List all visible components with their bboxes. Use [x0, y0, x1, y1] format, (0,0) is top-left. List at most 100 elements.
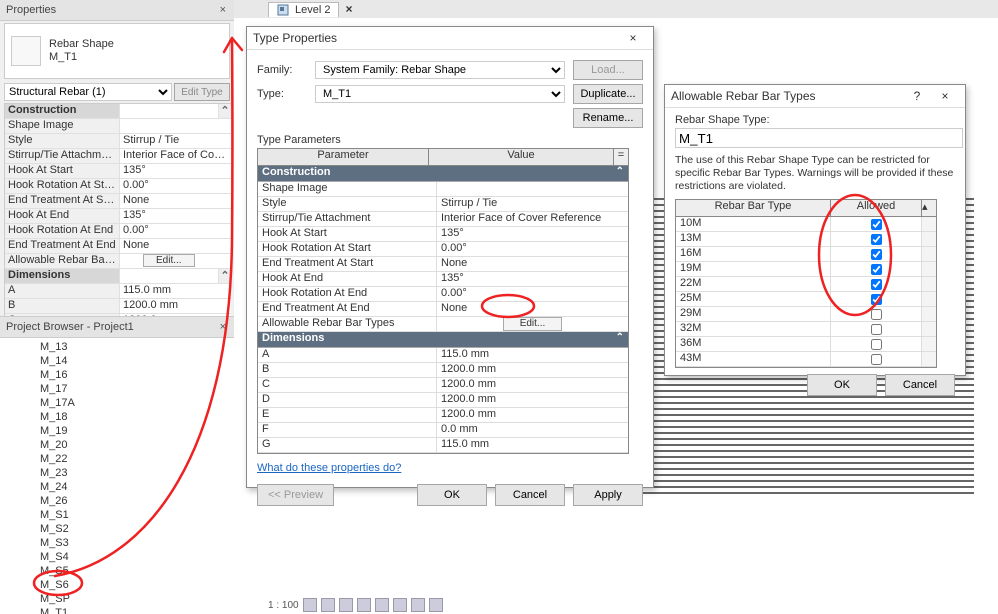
tree-item[interactable]: M_23 — [40, 466, 234, 480]
parameter-row[interactable]: Hook Rotation At Start0.00° — [258, 242, 628, 257]
parameter-row[interactable]: Hook At End135° — [258, 272, 628, 287]
bar-type-row[interactable]: 36M — [676, 337, 936, 352]
tree-item[interactable]: M_S2 — [40, 522, 234, 536]
tree-item[interactable]: M_S6 — [40, 578, 234, 592]
scale-icon[interactable] — [303, 598, 317, 612]
close-tab-icon[interactable]: × — [341, 2, 356, 16]
edit-button[interactable]: Edit... — [143, 254, 195, 267]
preview-button[interactable]: << Preview — [257, 484, 334, 506]
allowed-checkbox[interactable] — [871, 264, 882, 275]
hide-isolate-icon[interactable] — [429, 598, 443, 612]
edit-type-button[interactable]: Edit Type — [174, 83, 230, 101]
allowed-checkbox[interactable] — [871, 294, 882, 305]
shadows-icon[interactable] — [375, 598, 389, 612]
allowed-checkbox[interactable] — [871, 234, 882, 245]
bar-type-row[interactable]: 22M — [676, 277, 936, 292]
parameter-row[interactable]: F0.0 mm — [258, 423, 628, 438]
type-parameters-table[interactable]: ParameterValue=Construction⌃Shape ImageS… — [257, 148, 629, 454]
close-icon[interactable]: × — [931, 87, 959, 105]
tree-item[interactable]: M_S1 — [40, 508, 234, 522]
allowed-checkbox[interactable] — [871, 354, 882, 365]
parameter-row[interactable]: A115.0 mm — [258, 348, 628, 363]
type-select[interactable]: M_T1 — [315, 85, 565, 103]
close-icon[interactable]: × — [218, 4, 228, 16]
cancel-button[interactable]: Cancel — [495, 484, 565, 506]
property-row[interactable]: Allowable Rebar Bar Typ...Edit... — [5, 254, 231, 269]
tree-item[interactable]: M_SP — [40, 592, 234, 606]
parameter-row[interactable]: Stirrup/Tie AttachmentInterior Face of C… — [258, 212, 628, 227]
load-button[interactable]: Load... — [573, 60, 643, 80]
tree-item[interactable]: M_19 — [40, 424, 234, 438]
edit-button[interactable]: Edit... — [503, 317, 563, 331]
property-row[interactable]: Hook At End135° — [5, 209, 231, 224]
property-row[interactable]: Stirrup/Tie AttachmentInterior Face of C… — [5, 149, 231, 164]
type-selector[interactable]: Rebar ShapeM_T1 — [4, 23, 230, 79]
tree-item[interactable]: M_13 — [40, 340, 234, 354]
parameter-row[interactable]: E1200.0 mm — [258, 408, 628, 423]
tree-item[interactable]: M_20 — [40, 438, 234, 452]
properties-grid[interactable]: Construction⌃Shape ImageStyleStirrup / T… — [4, 103, 231, 329]
parameter-row[interactable]: Hook At Start135° — [258, 227, 628, 242]
tree-item[interactable]: M_S3 — [40, 536, 234, 550]
allowed-checkbox[interactable] — [871, 339, 882, 350]
parameter-row[interactable]: StyleStirrup / Tie — [258, 197, 628, 212]
allowed-checkbox[interactable] — [871, 219, 882, 230]
property-row[interactable]: A115.0 mm — [5, 284, 231, 299]
bar-type-row[interactable]: 32M — [676, 322, 936, 337]
property-row[interactable]: StyleStirrup / Tie — [5, 134, 231, 149]
apply-button[interactable]: Apply — [573, 484, 643, 506]
help-icon[interactable]: ? — [903, 87, 931, 105]
parameter-row[interactable]: G115.0 mm — [258, 438, 628, 453]
ok-button[interactable]: OK — [417, 484, 487, 506]
close-icon[interactable]: × — [619, 29, 647, 47]
crop-region-icon[interactable] — [411, 598, 425, 612]
sun-path-icon[interactable] — [357, 598, 371, 612]
properties-help-link[interactable]: What do these properties do? — [257, 462, 401, 474]
tree-item[interactable]: M_18 — [40, 410, 234, 424]
tree-item[interactable]: M_16 — [40, 368, 234, 382]
close-icon[interactable]: × — [218, 321, 228, 333]
parameter-row[interactable]: B1200.0 mm — [258, 363, 628, 378]
instance-selector[interactable]: Structural Rebar (1) — [4, 83, 172, 101]
property-row[interactable]: Hook Rotation At Start0.00° — [5, 179, 231, 194]
bar-type-row[interactable]: 16M — [676, 247, 936, 262]
property-row[interactable]: Shape Image — [5, 119, 231, 134]
parameter-row[interactable]: End Treatment At StartNone — [258, 257, 628, 272]
parameter-row[interactable]: End Treatment At EndNone — [258, 302, 628, 317]
tree-item[interactable]: M_17 — [40, 382, 234, 396]
parameter-row[interactable]: Allowable Rebar Bar TypesEdit... — [258, 317, 628, 332]
tree-item[interactable]: M_14 — [40, 354, 234, 368]
crop-icon[interactable] — [393, 598, 407, 612]
tree-item[interactable]: M_26 — [40, 494, 234, 508]
detail-level-icon[interactable] — [321, 598, 335, 612]
visual-style-icon[interactable] — [339, 598, 353, 612]
tree-item[interactable]: M_24 — [40, 480, 234, 494]
duplicate-button[interactable]: Duplicate... — [573, 84, 643, 104]
project-browser[interactable]: Project Browser - Project1× M_13M_14M_16… — [0, 316, 234, 614]
bar-type-row[interactable]: 19M — [676, 262, 936, 277]
parameter-row[interactable]: D1200.0 mm — [258, 393, 628, 408]
tree-item[interactable]: M_S4 — [40, 550, 234, 564]
tree-item[interactable]: M_S5 — [40, 564, 234, 578]
allowable-types-table[interactable]: Rebar Bar TypeAllowed▴10M13M16M19M22M25M… — [675, 199, 937, 368]
tree-item[interactable]: M_T1 — [40, 606, 234, 614]
allowed-checkbox[interactable] — [871, 309, 882, 320]
property-row[interactable]: B1200.0 mm — [5, 299, 231, 314]
property-row[interactable]: End Treatment At StartNone — [5, 194, 231, 209]
cancel-button[interactable]: Cancel — [885, 374, 955, 396]
bar-type-row[interactable]: 13M — [676, 232, 936, 247]
bar-type-row[interactable]: 25M — [676, 292, 936, 307]
parameter-row[interactable]: C1200.0 mm — [258, 378, 628, 393]
property-row[interactable]: Hook Rotation At End0.00° — [5, 224, 231, 239]
parameter-row[interactable]: Hook Rotation At End0.00° — [258, 287, 628, 302]
allowed-checkbox[interactable] — [871, 324, 882, 335]
tree-item[interactable]: M_22 — [40, 452, 234, 466]
allowed-checkbox[interactable] — [871, 279, 882, 290]
parameter-row[interactable]: Shape Image — [258, 182, 628, 197]
bar-type-row[interactable]: 29M — [676, 307, 936, 322]
bar-type-row[interactable]: 10M — [676, 217, 936, 232]
tree-item[interactable]: M_17A — [40, 396, 234, 410]
rename-button[interactable]: Rename... — [573, 108, 643, 128]
property-row[interactable]: End Treatment At EndNone — [5, 239, 231, 254]
allowed-checkbox[interactable] — [871, 249, 882, 260]
